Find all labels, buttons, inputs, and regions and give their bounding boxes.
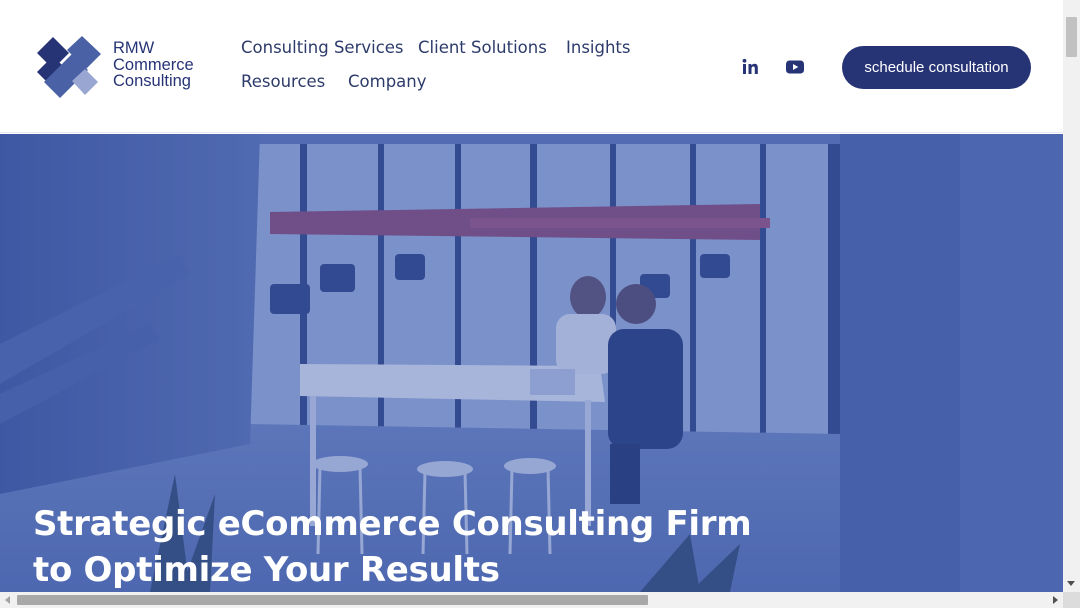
nav-resources[interactable]: Resources [241,72,325,91]
logo-wordmark: RMW Commerce Consulting [113,40,194,90]
nav-client-solutions[interactable]: Client Solutions [418,38,547,57]
vertical-scrollbar-thumb[interactable] [1066,17,1077,57]
schedule-consultation-button[interactable]: schedule consultation [842,46,1031,89]
logo-line-1: RMW [113,39,155,57]
horizontal-scrollbar[interactable] [0,592,1063,608]
hero-title-line-2: to Optimize Your Results [33,550,500,590]
hero-banner: Strategic eCommerce Consulting Firm to O… [0,134,1063,592]
scroll-down-arrow-icon[interactable] [1067,581,1075,586]
site-logo[interactable]: RMW Commerce Consulting [34,36,209,100]
horizontal-scrollbar-thumb[interactable] [17,595,648,605]
hero-title-line-1: Strategic eCommerce Consulting Firm [33,504,752,544]
logo-line-2: Commerce [113,55,194,74]
nav-insights[interactable]: Insights [566,38,631,57]
youtube-icon [786,60,804,74]
scrollbar-corner [1063,592,1080,608]
scroll-right-arrow-icon[interactable] [1053,596,1058,604]
nav-company[interactable]: Company [348,72,427,91]
site-header: RMW Commerce Consulting Consulting Servi… [0,0,1063,133]
linkedin-icon [742,58,758,74]
nav-consulting-services[interactable]: Consulting Services [241,38,404,57]
scroll-left-arrow-icon[interactable] [5,596,10,604]
vertical-scrollbar[interactable] [1063,0,1080,592]
hero-title: Strategic eCommerce Consulting Firm to O… [33,501,793,592]
diamond-stack-logo-icon [37,36,101,98]
youtube-link[interactable] [784,56,806,78]
linkedin-link[interactable] [739,56,761,78]
logo-line-3: Consulting [113,72,191,90]
